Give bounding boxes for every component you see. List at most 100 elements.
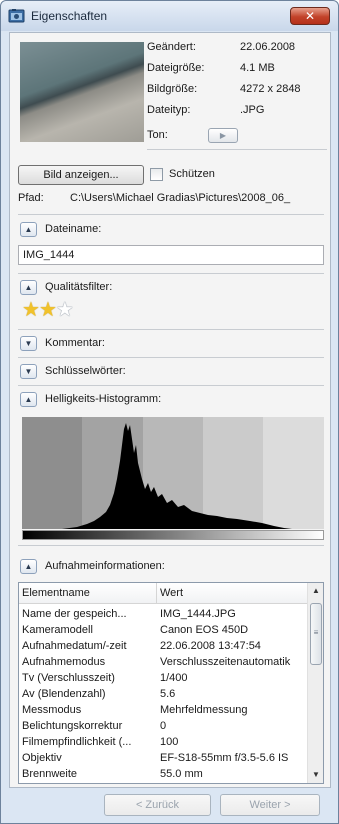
histogram-zone-light bbox=[203, 417, 263, 529]
row-name: Objektiv bbox=[22, 752, 62, 764]
row-name: Aufnahmedatum/-zeit bbox=[22, 640, 127, 652]
table-row[interactable]: Filmempfindlichkeit (... 100 bbox=[19, 735, 308, 751]
row-name: Tv (Verschlusszeit) bbox=[22, 672, 115, 684]
title-bar: Eigenschaften ✕ bbox=[1, 1, 338, 31]
expand-comment-button[interactable]: ▼ bbox=[20, 336, 37, 351]
collapse-quality-button[interactable]: ▲ bbox=[20, 280, 37, 295]
window-title: Eigenschaften bbox=[31, 9, 108, 23]
row-value: 5.6 bbox=[160, 688, 176, 700]
table-row[interactable]: Belichtungskorrektur 0 bbox=[19, 719, 308, 735]
row-name: Belichtungskorrektur bbox=[22, 720, 123, 732]
row-name: Brennweite bbox=[22, 768, 78, 780]
play-sound-button[interactable]: ▶ bbox=[208, 128, 238, 143]
rating-stars[interactable]: ★★★ bbox=[22, 299, 74, 321]
properties-window-icon bbox=[8, 9, 25, 23]
file-size-label: Dateigröße: bbox=[147, 62, 205, 74]
image-size-value: 4272 x 2848 bbox=[240, 83, 301, 95]
divider bbox=[18, 273, 324, 274]
scroll-down-icon[interactable]: ▼ bbox=[308, 767, 323, 783]
row-value: 1/400 bbox=[160, 672, 188, 684]
comment-section-label: Kommentar: bbox=[45, 337, 105, 349]
divider bbox=[18, 357, 324, 358]
table-row[interactable]: Objektiv EF-S18-55mm f/3.5-5.6 IS bbox=[19, 751, 308, 767]
table-row[interactable]: Aufnahmemodus Verschlusszeitenautomatik bbox=[19, 655, 308, 671]
file-type-label: Dateityp: bbox=[147, 104, 191, 116]
next-button[interactable]: Weiter > bbox=[220, 794, 320, 816]
collapse-filename-button[interactable]: ▲ bbox=[20, 222, 37, 237]
row-name: Name der gespeich... bbox=[22, 608, 127, 620]
keywords-section-label: Schlüsselwörter: bbox=[45, 365, 126, 377]
row-value: EF-S18-55mm f/3.5-5.6 IS bbox=[160, 752, 289, 764]
row-value: Mehrfeldmessung bbox=[160, 704, 248, 716]
histogram-section-label: Helligkeits-Histogramm: bbox=[45, 393, 162, 405]
collapse-capture-info-button[interactable]: ▲ bbox=[20, 559, 37, 574]
divider bbox=[18, 214, 324, 215]
file-type-value: .JPG bbox=[240, 104, 265, 116]
row-name: Filmempfindlichkeit (... bbox=[22, 736, 132, 748]
file-size-value: 4.1 MB bbox=[240, 62, 275, 74]
path-label: Pfad: bbox=[18, 192, 44, 204]
table-row[interactable]: Tv (Verschlusszeit) 1/400 bbox=[19, 671, 308, 687]
path-value: C:\Users\Michael Gradias\Pictures\2008_0… bbox=[70, 192, 291, 204]
protect-label: Schützen bbox=[169, 168, 215, 180]
play-icon: ▶ bbox=[219, 131, 227, 140]
table-row[interactable]: Name der gespeich... IMG_1444.JPG bbox=[19, 607, 308, 623]
filename-section-label: Dateiname: bbox=[45, 223, 102, 235]
table-row[interactable]: Aufnahmedatum/-zeit 22.06.2008 13:47:54 bbox=[19, 639, 308, 655]
back-button[interactable]: < Zurück bbox=[104, 794, 211, 816]
quality-section-label: Qualitätsfilter: bbox=[45, 281, 113, 293]
row-value: 0 bbox=[160, 720, 167, 732]
row-name: Kameramodell bbox=[22, 624, 93, 636]
image-size-label: Bildgröße: bbox=[147, 83, 198, 95]
capture-info-table: Elementname Wert Name der gespeich... IM… bbox=[18, 582, 324, 784]
star-empty-icon[interactable]: ★ bbox=[56, 299, 74, 321]
chevron-up-icon: ▲ bbox=[24, 395, 33, 404]
table-row[interactable]: Kameramodell Canon EOS 450D bbox=[19, 623, 308, 639]
row-value: 22.06.2008 13:47:54 bbox=[160, 640, 261, 652]
divider bbox=[147, 149, 327, 150]
column-header-value[interactable]: Wert bbox=[160, 587, 183, 599]
filename-input[interactable]: IMG_1444 bbox=[18, 245, 324, 265]
histogram-zone-shadows bbox=[22, 417, 82, 529]
row-value: Canon EOS 450D bbox=[160, 624, 249, 636]
row-value: 55.0 mm bbox=[160, 768, 203, 780]
properties-panel: Geändert: 22.06.2008 Dateigröße: 4.1 MB … bbox=[9, 32, 331, 788]
row-name: Aufnahmemodus bbox=[22, 656, 106, 668]
star-filled-icon[interactable]: ★ bbox=[22, 299, 40, 321]
sound-label: Ton: bbox=[147, 129, 168, 141]
view-image-button[interactable]: Bild anzeigen... bbox=[18, 165, 144, 185]
image-thumbnail[interactable] bbox=[20, 42, 144, 142]
column-header-name[interactable]: Elementname bbox=[22, 587, 90, 599]
chevron-down-icon: ▼ bbox=[24, 339, 33, 348]
brightness-gradient-bar bbox=[22, 530, 324, 540]
collapse-histogram-button[interactable]: ▲ bbox=[20, 392, 37, 407]
table-row[interactable]: Brennweite 55.0 mm bbox=[19, 767, 308, 783]
table-scrollbar[interactable]: ▲ ≡ ▼ bbox=[307, 583, 323, 783]
divider bbox=[18, 385, 324, 386]
row-value: Verschlusszeitenautomatik bbox=[160, 656, 291, 668]
row-name: Messmodus bbox=[22, 704, 82, 716]
histogram-zone-highlights bbox=[263, 417, 324, 529]
capture-info-section-label: Aufnahmeinformationen: bbox=[45, 560, 165, 572]
star-filled-icon[interactable]: ★ bbox=[39, 299, 57, 321]
column-divider[interactable] bbox=[156, 583, 157, 604]
properties-window: Eigenschaften ✕ Geändert: 22.06.2008 Dat… bbox=[0, 0, 339, 824]
divider bbox=[18, 329, 324, 330]
scrollbar-thumb[interactable]: ≡ bbox=[310, 603, 322, 665]
table-row[interactable]: Messmodus Mehrfeldmessung bbox=[19, 703, 308, 719]
chevron-up-icon: ▲ bbox=[24, 562, 33, 571]
protect-checkbox[interactable] bbox=[150, 168, 163, 181]
table-row[interactable]: Av (Blendenzahl) 5.6 bbox=[19, 687, 308, 703]
close-button[interactable]: ✕ bbox=[290, 7, 330, 25]
row-name: Av (Blendenzahl) bbox=[22, 688, 106, 700]
scroll-up-icon[interactable]: ▲ bbox=[308, 583, 323, 599]
expand-keywords-button[interactable]: ▼ bbox=[20, 364, 37, 379]
chevron-up-icon: ▲ bbox=[24, 225, 33, 234]
chevron-up-icon: ▲ bbox=[24, 283, 33, 292]
chevron-down-icon: ▼ bbox=[24, 367, 33, 376]
modified-label: Geändert: bbox=[147, 41, 196, 53]
divider bbox=[18, 545, 324, 546]
table-header: Elementname Wert bbox=[19, 583, 308, 604]
modified-value: 22.06.2008 bbox=[240, 41, 296, 53]
row-value: 100 bbox=[160, 736, 179, 748]
